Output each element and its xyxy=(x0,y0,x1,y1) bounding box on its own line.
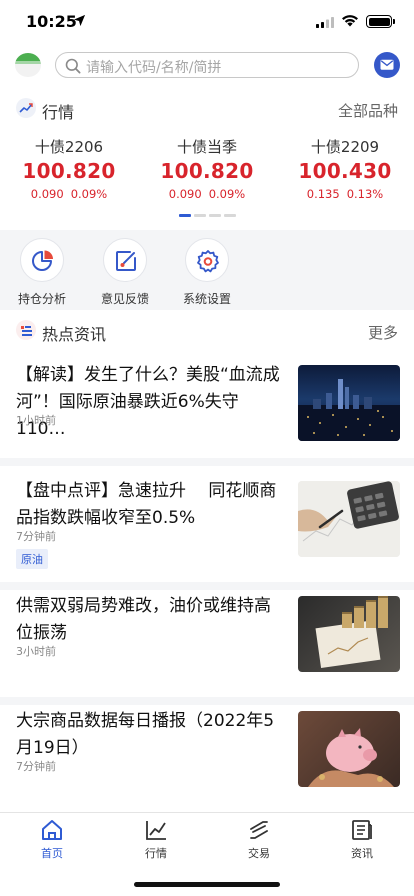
search-header: 请输入代码/名称/简拼 xyxy=(0,44,414,88)
quote-change-percent: 0.09% xyxy=(70,187,108,201)
quote-change: 0.090 0.09% xyxy=(147,187,267,201)
tab-trade-label: 交易 xyxy=(248,847,270,860)
news-list-item[interactable]: 供需双弱局势难改，油价或维持高位振荡 3小时前 xyxy=(0,593,414,689)
status-time: 10:25 xyxy=(26,12,77,31)
news-item-title: 大宗商品数据每日播报（2022年5月19日） xyxy=(16,711,275,758)
quote-name: 十债2209 xyxy=(310,138,380,156)
tab-market-label: 行情 xyxy=(145,847,167,860)
news-list-icon xyxy=(16,320,36,340)
news-list-item[interactable]: 大宗商品数据每日播报（2022年5月19日） 7分钟前 xyxy=(0,708,414,804)
page-dot xyxy=(224,214,236,217)
news-item-time: 7分钟前 xyxy=(16,530,56,543)
quote-page-indicator[interactable] xyxy=(179,214,239,217)
tab-home[interactable]: 首页 xyxy=(12,819,92,861)
news-list-item[interactable]: 【盘中点评】急速拉升 同花顺商品指数跌幅收窄至0.5% 7分钟前 原油 xyxy=(0,478,414,574)
coin-stacks-photo xyxy=(298,596,400,672)
app-logo[interactable] xyxy=(15,53,41,77)
all-instruments-link[interactable]: 全部品种 xyxy=(338,100,398,121)
system-settings-button[interactable]: 系统设置 xyxy=(167,238,247,307)
tab-market[interactable]: 行情 xyxy=(116,819,196,861)
trade-icon xyxy=(250,821,268,839)
divider xyxy=(0,458,414,466)
status-bar: 10:25 xyxy=(0,0,414,44)
pie-chart-icon xyxy=(20,238,64,282)
quote-price: 100.430 xyxy=(298,159,392,183)
news-item-title: 供需双弱局势难改，油价或维持高位振荡 xyxy=(16,596,271,643)
home-icon xyxy=(42,820,62,840)
quote-card[interactable]: 十债2209 100.430 0.135 0.13% xyxy=(285,136,405,201)
quote-card[interactable]: 十债当季 100.820 0.090 0.09% xyxy=(147,136,267,201)
feedback-button[interactable]: 意见反馈 xyxy=(85,238,165,307)
piggy-bank-photo xyxy=(298,711,400,787)
quote-price: 100.820 xyxy=(22,159,116,183)
battery-icon xyxy=(366,15,395,28)
quote-name: 十债当季 xyxy=(176,138,237,156)
news-item-time: 7分钟前 xyxy=(16,760,56,773)
settings-gear-icon xyxy=(185,238,229,282)
more-news-link[interactable]: 更多 xyxy=(368,322,398,343)
calculator-chart-photo xyxy=(298,481,400,557)
news-section-header: 热点资讯 更多 xyxy=(0,314,414,348)
news-item-title: 【解读】发生了什么？美股“血流成河”！国际原油暴跌近6%失守110… xyxy=(16,365,280,439)
market-section-header: 行情 全部品种 xyxy=(0,92,414,126)
quote-change-value: 0.135 xyxy=(306,187,340,201)
quote-change-value: 0.090 xyxy=(168,187,202,201)
tab-news[interactable]: 资讯 xyxy=(322,819,402,861)
page-dot xyxy=(194,214,206,217)
mail-icon xyxy=(380,59,394,70)
city-night-photo xyxy=(298,365,400,441)
market-trend-icon xyxy=(16,98,36,118)
news-list-item[interactable]: 【解读】发生了什么？美股“血流成河”！国际原油暴跌近6%失守110… 1小时前 xyxy=(0,362,414,458)
quote-change: 0.135 0.13% xyxy=(285,187,405,201)
news-item-time: 3小时前 xyxy=(16,645,56,658)
system-settings-label: 系统设置 xyxy=(182,292,231,306)
divider xyxy=(0,582,414,590)
search-placeholder: 请输入代码/名称/简拼 xyxy=(86,60,222,76)
news-item-tag[interactable]: 原油 xyxy=(16,549,48,569)
quick-actions-bar: 持仓分析 意见反馈 系统设置 xyxy=(0,230,414,310)
news-document-icon xyxy=(352,820,372,840)
line-chart-icon xyxy=(146,821,166,840)
page-dot xyxy=(209,214,221,217)
quote-name: 十债2206 xyxy=(34,138,104,156)
tab-news-label: 资讯 xyxy=(351,847,373,860)
wifi-icon xyxy=(342,15,358,27)
quote-change-percent: 0.09% xyxy=(208,187,246,201)
quote-card[interactable]: 十债2206 100.820 0.090 0.09% xyxy=(9,136,129,201)
search-icon xyxy=(65,58,81,74)
holding-analysis-button[interactable]: 持仓分析 xyxy=(2,238,82,307)
divider xyxy=(0,697,414,705)
message-button[interactable] xyxy=(374,52,400,78)
holding-analysis-label: 持仓分析 xyxy=(17,292,66,306)
location-arrow-icon xyxy=(73,14,86,27)
quote-price: 100.820 xyxy=(160,159,254,183)
news-item-title: 【盘中点评】急速拉升 同花顺商品指数跌幅收窄至0.5% xyxy=(16,481,277,528)
news-title: 热点资讯 xyxy=(42,325,107,344)
home-indicator[interactable] xyxy=(134,882,280,887)
quote-change-value: 0.090 xyxy=(30,187,64,201)
edit-feedback-icon xyxy=(103,238,147,282)
quote-change-percent: 0.13% xyxy=(346,187,384,201)
quote-change: 0.090 0.09% xyxy=(9,187,129,201)
search-input[interactable]: 请输入代码/名称/简拼 xyxy=(55,52,359,78)
tab-home-label: 首页 xyxy=(41,847,63,860)
page-dot-active xyxy=(179,214,191,217)
market-title: 行情 xyxy=(42,103,75,122)
tab-trade[interactable]: 交易 xyxy=(219,819,299,861)
news-item-time: 1小时前 xyxy=(16,414,56,427)
cellular-signal-icon xyxy=(316,17,334,28)
feedback-label: 意见反馈 xyxy=(100,292,149,306)
